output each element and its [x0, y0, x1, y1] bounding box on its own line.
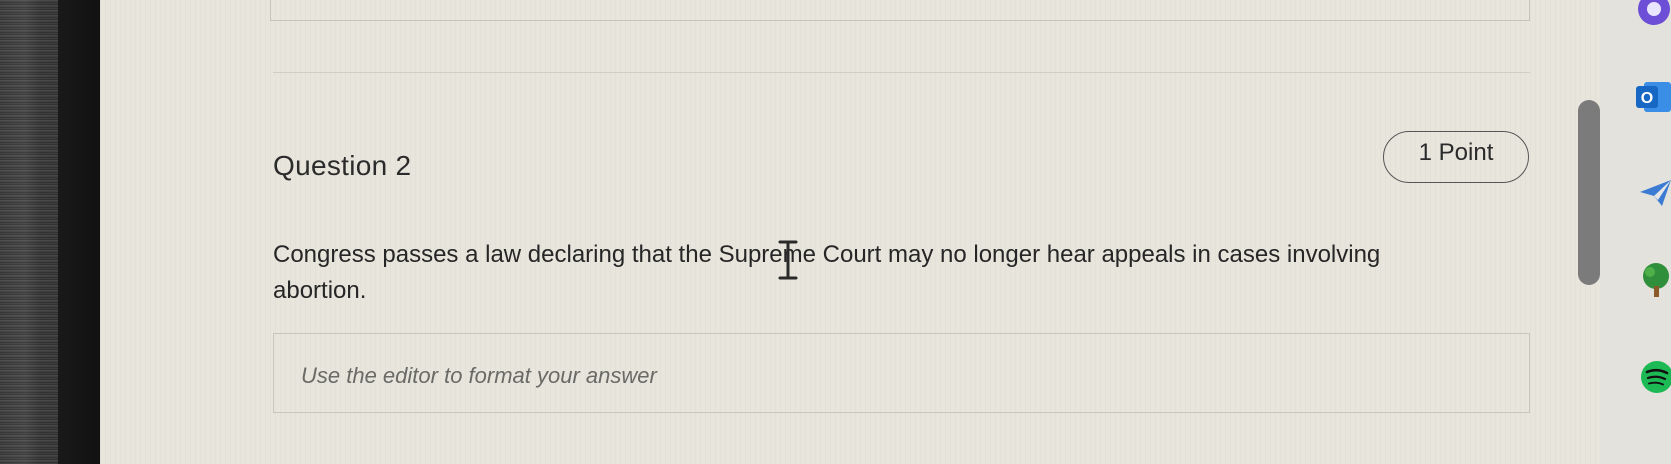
outlook-icon[interactable]: O: [1636, 80, 1671, 114]
previous-answer-editor[interactable]: [270, 0, 1530, 21]
app-icon-purple[interactable]: [1637, 0, 1671, 26]
bezel-texture: [0, 0, 58, 464]
page-scrollbar[interactable]: [1578, 100, 1600, 285]
tree-icon[interactable]: [1640, 262, 1671, 298]
spotify-icon[interactable]: [1640, 360, 1671, 394]
points-badge: 1 Point: [1383, 131, 1529, 183]
svg-text:O: O: [1641, 90, 1653, 107]
quiz-page: Question 2 1 Point Congress passes a law…: [100, 0, 1600, 464]
question-divider: [273, 72, 1530, 73]
question-title: Question 2: [273, 150, 412, 181]
side-dock: O: [1600, 0, 1671, 464]
scrollbar-thumb[interactable]: [1578, 100, 1600, 285]
paper-plane-icon[interactable]: [1638, 178, 1671, 208]
text-cursor-icon: [778, 240, 798, 280]
question-prompt: Congress passes a law declaring that the…: [273, 241, 1381, 304]
answer-editor[interactable]: Use the editor to format your answer: [273, 333, 1530, 413]
answer-placeholder: Use the editor to format your answer: [301, 363, 657, 388]
monitor-bezel: [0, 0, 100, 464]
